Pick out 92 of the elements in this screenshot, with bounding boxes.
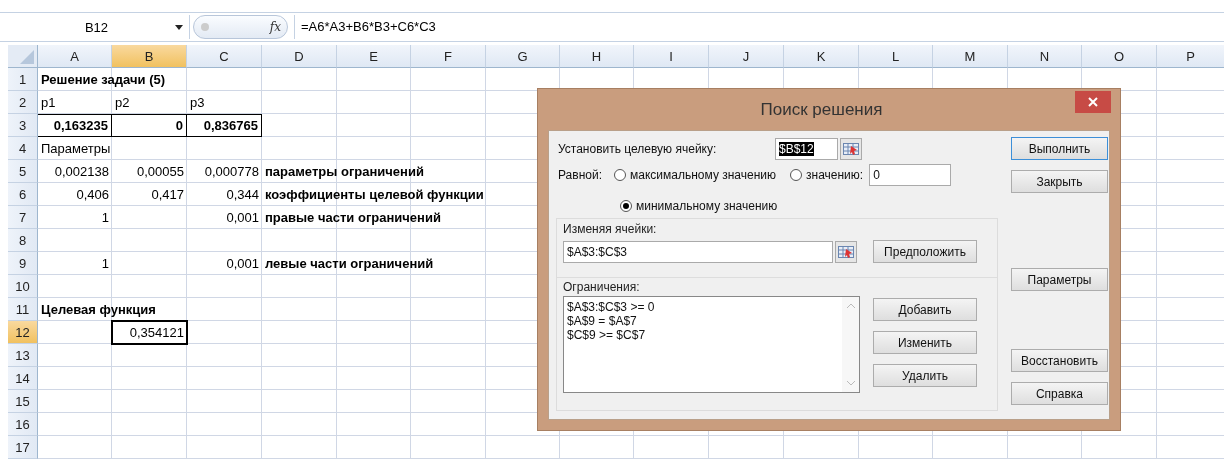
dialog-button[interactable]: Справка	[1011, 382, 1108, 405]
table-cell: 0,344	[226, 186, 259, 203]
name-box[interactable]: B12	[8, 15, 190, 39]
table-cell: 0,001	[226, 255, 259, 272]
row-header[interactable]: 2	[8, 91, 38, 114]
constraint-button[interactable]: Добавить	[873, 298, 977, 321]
column-header[interactable]: P	[1157, 45, 1224, 68]
column-header[interactable]: B	[112, 45, 187, 68]
reference-button[interactable]	[835, 240, 857, 263]
table-cell: 0,163235	[38, 114, 112, 137]
column-header[interactable]: K	[784, 45, 859, 68]
constraint-item[interactable]: $A$9 = $A$7	[567, 314, 839, 328]
target-field[interactable]: $B$12	[775, 138, 838, 160]
column-header[interactable]: F	[411, 45, 486, 68]
constraints-label: Ограничения:	[563, 280, 641, 296]
column-header[interactable]: C	[187, 45, 262, 68]
column-header[interactable]: L	[859, 45, 933, 68]
grid-icon	[838, 245, 854, 258]
table-cell: 0,001	[226, 209, 259, 226]
table-cell: правые части ограничений	[265, 209, 441, 226]
guess-button[interactable]: Предположить	[873, 240, 977, 263]
radio-option[interactable]: значению:	[790, 168, 864, 182]
table-cell: 0,406	[76, 186, 109, 203]
close-button[interactable]	[1075, 90, 1111, 113]
row-header[interactable]: 16	[8, 413, 38, 436]
column-header[interactable]: H	[560, 45, 634, 68]
column-header[interactable]: E	[337, 45, 411, 68]
table-cell: 0,836765	[187, 114, 262, 137]
constraint-item[interactable]: $C$9 >= $C$7	[567, 328, 839, 342]
table-cell: p2	[115, 94, 130, 111]
column-header[interactable]: N	[1008, 45, 1082, 68]
table-cell: 0,000778	[204, 163, 259, 180]
table-cell: 0	[112, 114, 187, 137]
column-header[interactable]: A	[38, 45, 112, 68]
dialog-button[interactable]: Восстановить	[1011, 349, 1108, 372]
table-cell: левые части ограничений	[265, 255, 434, 272]
column-header[interactable]: I	[634, 45, 709, 68]
row-header[interactable]: 10	[8, 275, 38, 298]
close-icon	[1088, 96, 1098, 107]
constraints-list[interactable]: $A$3:$C$3 >= 0 $A$9 = $A$7 $C$9 >= $C$7	[563, 296, 860, 393]
table-cell: параметры ограничений	[265, 163, 424, 180]
table-cell: коэффициенты целевой функции	[265, 186, 484, 203]
constraint-item[interactable]: $A$3:$C$3 >= 0	[567, 300, 839, 314]
table-cell: Целевая функция	[41, 301, 156, 318]
row-header[interactable]: 14	[8, 367, 38, 390]
table-cell: 0,00055	[137, 163, 184, 180]
row-header[interactable]: 8	[8, 229, 38, 252]
equal-label: Равной:	[558, 168, 603, 182]
reference-button[interactable]	[840, 138, 862, 160]
table-cell: 1	[101, 255, 109, 272]
grid-icon	[843, 143, 859, 155]
constraint-button[interactable]: Удалить	[873, 364, 977, 387]
row-header[interactable]: 4	[8, 137, 38, 160]
target-label: Установить целевую ячейку:	[558, 142, 718, 156]
radio-option[interactable]: минимальному значению	[620, 199, 778, 213]
radio-option[interactable]: максимальному значению	[614, 168, 776, 182]
dialog-button[interactable]: Закрыть	[1011, 170, 1108, 193]
row-header[interactable]: 9	[8, 252, 38, 275]
table-cell: 0,354121	[112, 321, 187, 344]
row-header[interactable]: 13	[8, 344, 38, 367]
value-field[interactable]: 0	[869, 164, 952, 186]
constraint-button[interactable]: Изменить	[873, 331, 977, 354]
table-cell: 0,002138	[54, 163, 109, 180]
table-cell: Решение задачи (5)	[41, 71, 166, 88]
column-header[interactable]: J	[709, 45, 784, 68]
column-header[interactable]: G	[486, 45, 560, 68]
formula-field[interactable]: =A6*A3+B6*B3+C6*C3	[294, 15, 1224, 39]
function-button[interactable]: fx	[269, 20, 281, 34]
table-cell: 0,417	[151, 186, 184, 203]
table-cell: p1	[41, 94, 56, 111]
table-cell: p3	[190, 94, 205, 111]
column-header[interactable]: O	[1082, 45, 1157, 68]
dialog-title: Поиск решения	[759, 99, 884, 120]
row-header[interactable]: 17	[8, 436, 38, 459]
changing-label: Изменяя ячейки:	[563, 222, 658, 238]
table-cell: Параметры	[41, 140, 111, 157]
row-header[interactable]: 5	[8, 160, 38, 183]
row-header[interactable]: 6	[8, 183, 38, 206]
table-cell: 1	[101, 209, 109, 226]
dialog-button[interactable]: Выполнить	[1011, 137, 1108, 160]
changing-cells-field[interactable]: $A$3:$C$3	[563, 240, 833, 263]
row-header[interactable]: 12	[8, 321, 38, 344]
row-header[interactable]: 15	[8, 390, 38, 413]
row-header[interactable]: 1	[8, 68, 38, 91]
column-header[interactable]: D	[262, 45, 337, 68]
dialog-button[interactable]: Параметры	[1011, 268, 1108, 291]
column-header[interactable]: M	[933, 45, 1008, 68]
caret-icon[interactable]	[175, 24, 183, 30]
row-header[interactable]: 7	[8, 206, 38, 229]
row-header[interactable]: 3	[8, 114, 38, 137]
row-header[interactable]: 11	[8, 298, 38, 321]
grip-icon	[200, 21, 210, 33]
